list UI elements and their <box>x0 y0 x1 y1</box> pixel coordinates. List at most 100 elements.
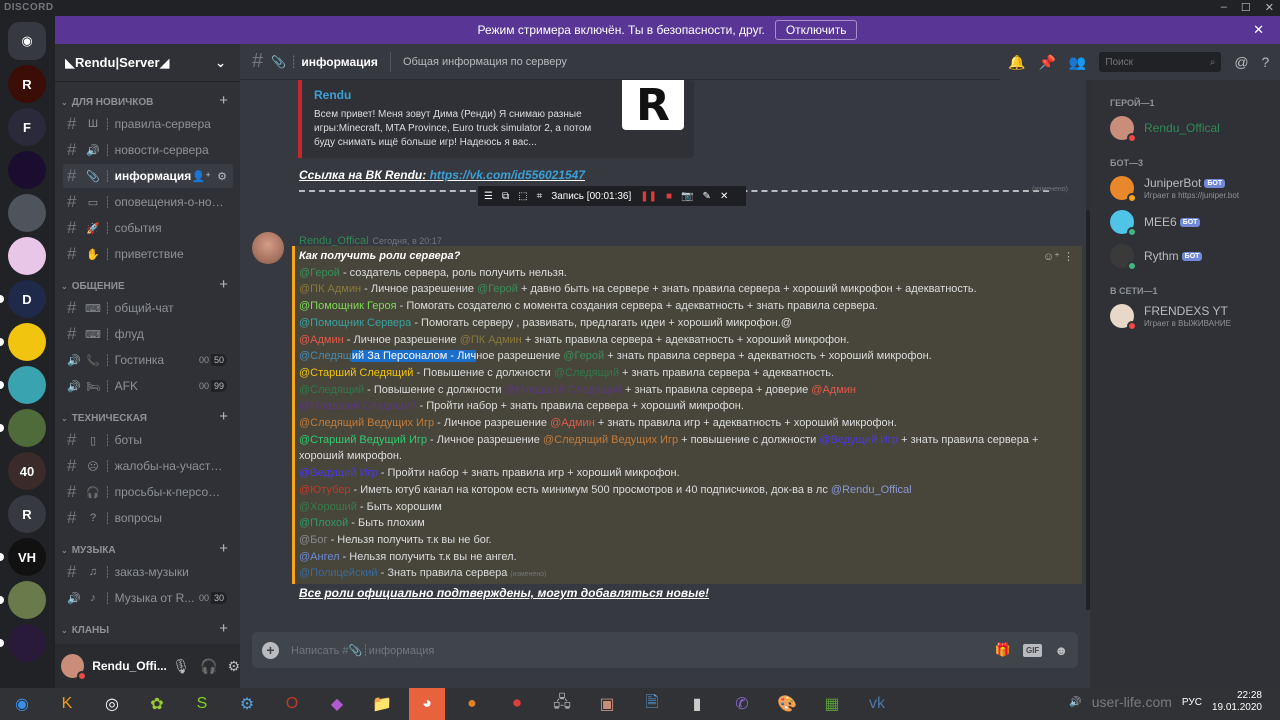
role-mention[interactable]: @Младший Следящий <box>299 400 416 412</box>
category-header[interactable]: ⌄ ДЛЯ НОВИЧКОВ + <box>55 92 240 110</box>
category-header[interactable]: ⌄ МУЗЫКА + <box>55 540 240 558</box>
taskbar-obs-icon[interactable]: ◎ <box>94 688 130 720</box>
add-channel-icon[interactable]: + <box>219 620 228 637</box>
sidebar-item-channel[interactable]: # ☹ ┊ жалобы-на-участн... <box>63 454 233 478</box>
role-mention[interactable]: @Старший Следящий <box>299 367 413 379</box>
add-channel-icon[interactable]: + <box>219 408 228 425</box>
attach-plus-icon[interactable]: + <box>262 641 279 659</box>
message-composer[interactable]: + Написать #📎┊информация 🎁 GIF ☻ <box>252 632 1078 668</box>
role-mention[interactable]: @Старший Ведущий Игр <box>299 434 427 446</box>
search-input[interactable]: Поиск ⌕ <box>1099 52 1222 72</box>
sidebar-item-channel[interactable]: # 🎧 ┊ просьбы-к-персона... <box>63 480 233 504</box>
pin-icon[interactable]: 📌 <box>1038 54 1055 71</box>
role-mention[interactable]: @Плохой <box>299 517 348 529</box>
disable-streamer-mode-button[interactable]: Отключить <box>774 20 858 40</box>
menu-icon[interactable]: ☰ <box>484 191 493 202</box>
taskbar-paint-icon[interactable]: 🎨 <box>769 688 805 720</box>
gif-button[interactable]: GIF <box>1022 643 1043 657</box>
taskbar-vk-icon[interactable]: vk <box>859 688 895 720</box>
clock[interactable]: 22:28 19.01.2020 <box>1212 690 1262 714</box>
role-mention[interactable]: @Следящий Ведущих Игр <box>299 417 434 429</box>
add-channel-icon[interactable]: + <box>219 276 228 293</box>
server-icon-hh[interactable] <box>8 366 46 404</box>
window-icon[interactable]: ⧉ <box>502 191 509 202</box>
taskbar-paint3d-icon[interactable]: ● <box>454 688 490 720</box>
avatar[interactable] <box>61 654 88 681</box>
sidebar-item-channel[interactable]: 🔊 🛏 ┊ AFK 00 99 <box>63 374 233 398</box>
role-mention[interactable]: @Ведущий Игр <box>299 467 378 479</box>
taskbar-start-icon[interactable]: ◉ <box>4 688 40 720</box>
headphones-icon[interactable]: 🎧 <box>200 658 217 675</box>
taskbar-game-icon[interactable]: ✿ <box>139 688 175 720</box>
role-mention[interactable]: @Ютубер <box>299 484 350 496</box>
region-icon[interactable]: ⬚ <box>518 191 527 202</box>
stop-icon[interactable]: ■ <box>666 191 672 202</box>
server-icon-landscape[interactable] <box>8 409 46 447</box>
category-header[interactable]: ⌄ ОБЩЕНИЕ + <box>55 276 240 294</box>
embed-thumbnail[interactable]: R <box>622 80 684 131</box>
server-icon-minecraft[interactable] <box>8 581 46 619</box>
bell-icon[interactable]: 🔔 <box>1008 54 1025 71</box>
taskbar-steam-icon[interactable]: ⚙ <box>229 688 265 720</box>
minimize-button[interactable]: – <box>1221 1 1227 14</box>
role-mention[interactable]: @Следящий <box>299 384 364 396</box>
pause-icon[interactable]: ❚❚ <box>640 191 657 202</box>
role-mention[interactable]: @Помощник Сервера <box>299 317 411 329</box>
microphone-icon[interactable]: 🎙 <box>172 658 190 675</box>
gear-icon[interactable]: ⚙ <box>227 658 240 675</box>
role-mention[interactable]: @ПК Админ <box>460 334 522 346</box>
role-mention[interactable]: @Админ <box>550 417 595 429</box>
gift-icon[interactable]: 🎁 <box>995 642 1011 658</box>
camera-icon[interactable]: 📷 <box>681 191 693 202</box>
maximize-button[interactable]: ☐ <box>1241 1 1251 14</box>
role-mention[interactable]: @Помощник Героя <box>299 300 397 312</box>
add-channel-icon[interactable]: + <box>219 540 228 557</box>
taskbar-viber-icon[interactable]: ✆ <box>724 688 760 720</box>
taskbar-cmd-icon[interactable]: ▮ <box>679 688 715 720</box>
sidebar-item-channel[interactable]: # ⌨ ┊ флуд <box>63 322 233 346</box>
crop-icon[interactable]: ⌗ <box>537 191 543 202</box>
chevron-down-icon[interactable]: ⌄ <box>215 55 226 71</box>
role-mention[interactable]: @Герой <box>477 283 518 295</box>
role-mention[interactable]: @Полицейский <box>299 567 378 579</box>
taskbar-minecraft-icon[interactable]: ▦ <box>814 688 850 720</box>
vk-link[interactable]: https://vk.com/id556021547 <box>430 168 585 182</box>
member-item[interactable]: Rendu_Offical <box>1110 112 1275 144</box>
server-icon-shield[interactable] <box>8 323 46 361</box>
emoji-icon[interactable]: ☻ <box>1054 643 1068 658</box>
role-mention[interactable]: @Хороший <box>299 501 357 513</box>
taskbar-folder-icon[interactable]: 📁 <box>364 688 400 720</box>
language-indicator[interactable]: РУС <box>1182 697 1202 708</box>
sidebar-item-channel[interactable]: 🔊 📞 ┊ Гостинка 00 50 <box>63 348 233 372</box>
category-header[interactable]: ⌄ КЛАНЫ + <box>55 620 240 638</box>
sidebar-item-channel[interactable]: # ▭ ┊ оповещения-о-нов... <box>63 190 233 214</box>
server-icon-r[interactable]: R <box>8 65 46 103</box>
sidebar-item-channel[interactable]: # 📎 ┊ информация 👤⁺ ⚙ <box>63 164 233 188</box>
role-mention[interactable]: @Админ <box>299 334 344 346</box>
sidebar-item-channel[interactable]: # 🚀 ┊ события <box>63 216 233 240</box>
help-icon[interactable]: ? <box>1262 54 1270 70</box>
sidebar-item-channel[interactable]: # ⌨ ┊ общий-чат <box>63 296 233 320</box>
member-item[interactable]: FRENDEXS YT Играет в ВЫЖИВАНИЕ <box>1110 300 1275 332</box>
member-item[interactable]: JuniperBot БОТ Играет в https://juniper.bo… <box>1110 172 1275 204</box>
invite-icon[interactable]: 👤⁺ <box>192 170 212 183</box>
taskbar-discord-icon[interactable]: ◕ <box>409 688 445 720</box>
role-mention[interactable]: @Младший Следящий <box>505 384 622 396</box>
role-mention[interactable]: @Следящий <box>554 367 619 379</box>
server-icon-dark[interactable] <box>8 151 46 189</box>
server-icon-r-server[interactable]: R <box>8 495 46 533</box>
server-icon-40[interactable]: 40 <box>8 452 46 490</box>
role-mention[interactable]: @Герой <box>299 267 340 279</box>
taskbar-photo-icon[interactable]: ▣ <box>589 688 625 720</box>
gear-icon[interactable]: ⚙ <box>217 170 227 183</box>
close-icon[interactable]: ✕ <box>720 191 728 202</box>
taskbar-opera-icon[interactable]: O <box>274 688 310 720</box>
taskbar-gem-icon[interactable]: ◆ <box>319 688 355 720</box>
server-icon-discord-like-server[interactable]: D <box>8 280 46 318</box>
mentions-icon[interactable]: @ <box>1234 54 1248 70</box>
sidebar-item-channel[interactable]: # Ш ┊ правила-сервера <box>63 112 233 136</box>
taskbar-network-icon[interactable]: 🖧 <box>544 688 580 720</box>
server-icon-vimehub[interactable]: VH <box>8 538 46 576</box>
members-icon[interactable]: 👥 <box>1069 54 1086 71</box>
avatar[interactable] <box>252 232 284 264</box>
